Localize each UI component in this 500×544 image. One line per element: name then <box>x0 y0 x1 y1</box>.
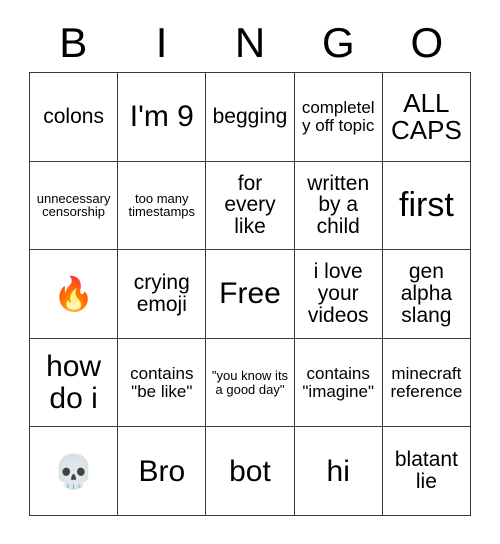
bingo-header-letter-g: G <box>322 19 355 66</box>
bingo-cell-label: I'm 9 <box>129 100 194 134</box>
bingo-header-letter-b: B <box>59 19 88 66</box>
bingo-cell-label: 💀 <box>53 452 95 490</box>
bingo-header-letter-n: N <box>234 19 266 66</box>
bingo-grid: colons I'm 9 begging completely off topic AL… <box>29 72 471 516</box>
bingo-header: BINGO <box>29 14 471 72</box>
bingo-header-letter-i: I <box>155 19 168 66</box>
bingo-header-letter-o: O <box>410 19 444 66</box>
bingo-cell[interactable]: written by a child <box>294 161 383 251</box>
bingo-card: B I N G O colons I'm 9 begging completely off t… <box>29 14 471 516</box>
bingo-cell-label: begging <box>212 104 288 128</box>
bingo-cell-label: crying emoji <box>133 271 190 316</box>
bingo-cell[interactable]: Bro <box>118 427 207 516</box>
bingo-cell-label: Bro <box>138 454 186 488</box>
bingo-cell[interactable]: begging <box>206 73 295 162</box>
bingo-cell[interactable]: unnecessary censorship <box>30 161 119 251</box>
bingo-cell-label: bot <box>229 454 271 488</box>
bingo-cell-label: contains "be like" <box>130 363 194 401</box>
bingo-cell-label: completely off topic <box>301 98 375 135</box>
bingo-cell-label: blatant lie <box>394 448 458 494</box>
bingo-cell-label: first <box>399 185 454 224</box>
bingo-cell-label: contains "imagine" <box>302 363 374 401</box>
bingo-cell[interactable]: bot <box>206 427 295 516</box>
bingo-cell[interactable]: how do i <box>30 338 119 428</box>
bingo-cell-label: unnecessary censorship <box>36 190 111 220</box>
bingo-cell-label: written by a child <box>307 171 370 239</box>
bingo-cell-label: ALL CAPS <box>390 87 462 145</box>
bingo-cell[interactable]: first <box>382 161 471 251</box>
bingo-cell[interactable]: contains "be like" <box>118 338 207 428</box>
bingo-cell[interactable]: gen alpha slang <box>382 250 471 339</box>
bingo-cell-label: how do i <box>46 350 102 415</box>
bingo-cell-label: for every like <box>224 171 276 239</box>
bingo-free-space[interactable]: Free <box>206 250 295 339</box>
bingo-cell[interactable]: I'm 9 <box>118 73 207 162</box>
bingo-cell-label: "you know its a good day" <box>211 368 289 397</box>
bingo-cell[interactable]: contains "imagine" <box>294 338 383 428</box>
bingo-cell[interactable]: minecraft reference <box>382 338 471 428</box>
bingo-cell[interactable]: blatant lie <box>382 427 471 516</box>
bingo-cell-label: 🔥 <box>53 275 95 313</box>
bingo-cell-label: i love your videos <box>307 260 369 327</box>
bingo-cell[interactable]: 💀 <box>30 427 119 516</box>
bingo-cell-label: colons <box>43 104 104 128</box>
bingo-cell[interactable]: ALL CAPS <box>382 73 471 162</box>
bingo-cell[interactable]: too many timestamps <box>118 161 207 251</box>
bingo-cell-label: gen alpha slang <box>400 260 453 327</box>
bingo-cell[interactable]: colons <box>30 73 119 162</box>
bingo-cell-label: too many timestamps <box>128 190 196 220</box>
bingo-cell[interactable]: crying emoji <box>118 250 207 339</box>
bingo-cell[interactable]: for every like <box>206 161 295 251</box>
bingo-cell[interactable]: 🔥 <box>30 250 119 339</box>
bingo-cell[interactable]: hi <box>294 427 383 516</box>
bingo-cell[interactable]: "you know its a good day" <box>206 338 295 428</box>
bingo-cell-label: hi <box>326 454 350 488</box>
bingo-cell[interactable]: completely off topic <box>294 73 383 162</box>
bingo-cell-label: minecraft reference <box>390 363 463 401</box>
bingo-cell[interactable]: i love your videos <box>294 250 383 339</box>
bingo-cell-label: Free <box>219 277 281 311</box>
